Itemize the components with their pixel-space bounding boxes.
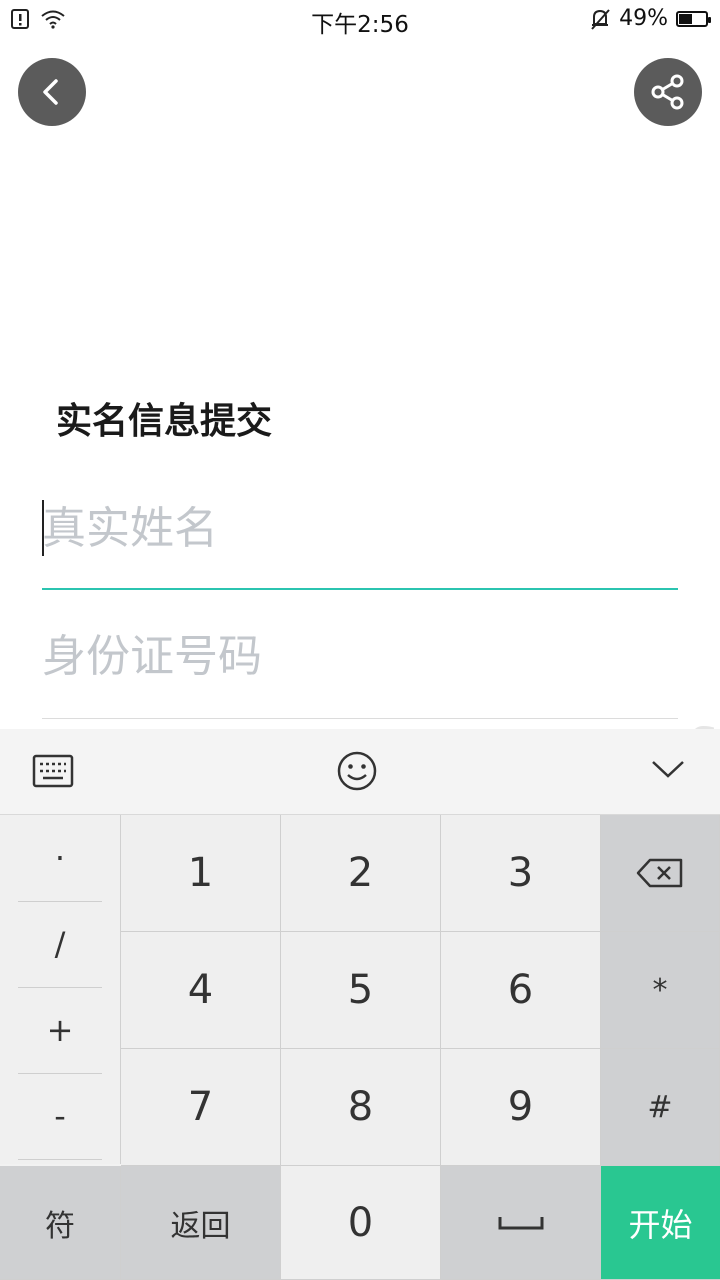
keyboard-switch-button[interactable] <box>32 753 74 793</box>
page-title: 实名信息提交 <box>56 401 273 442</box>
key-hash[interactable]: # <box>601 1049 720 1166</box>
key-7[interactable]: 7 <box>121 1049 281 1166</box>
symbol-key-minus[interactable]: - <box>18 1073 102 1160</box>
back-button[interactable] <box>18 58 86 126</box>
symbol-key-dot[interactable]: · <box>18 815 102 902</box>
backspace-icon <box>636 858 683 888</box>
symbol-column: · / + - <box>0 815 121 1164</box>
return-key[interactable]: 返回 <box>121 1166 281 1280</box>
collapse-keyboard-button[interactable] <box>650 757 686 785</box>
text-caret <box>42 500 44 556</box>
real-name-field[interactable] <box>42 492 678 590</box>
key-9[interactable]: 9 <box>441 1049 601 1166</box>
key-star[interactable]: * <box>601 932 720 1049</box>
space-bar-icon <box>498 1216 543 1229</box>
id-number-field[interactable] <box>42 622 678 719</box>
backspace-key[interactable] <box>601 815 720 932</box>
mute-bell-icon <box>591 8 610 30</box>
keyboard-icon <box>32 754 74 788</box>
chevron-down-icon <box>652 761 684 778</box>
keyboard-toolbar <box>0 729 720 815</box>
space-key[interactable] <box>441 1166 601 1280</box>
share-icon <box>651 74 684 110</box>
real-name-input[interactable] <box>42 496 678 560</box>
numeric-keyboard: · / + - 1 2 3 4 5 6 * 7 8 9 # 符 返回 0 开始 <box>0 729 720 1280</box>
symbols-key[interactable]: 符 <box>0 1166 121 1280</box>
key-6[interactable]: 6 <box>441 932 601 1049</box>
battery-icon <box>676 10 711 27</box>
key-1[interactable]: 1 <box>121 815 281 932</box>
key-2[interactable]: 2 <box>281 815 441 932</box>
smiley-icon <box>337 751 377 791</box>
key-3[interactable]: 3 <box>441 815 601 932</box>
key-4[interactable]: 4 <box>121 932 281 1049</box>
emoji-button[interactable] <box>336 750 378 796</box>
symbol-key-slash[interactable]: / <box>18 901 102 988</box>
battery-level <box>679 13 692 24</box>
key-5[interactable]: 5 <box>281 932 441 1049</box>
chevron-left-icon <box>43 79 58 105</box>
status-right: 49% <box>589 6 711 31</box>
start-key[interactable]: 开始 <box>601 1166 720 1280</box>
id-number-input[interactable] <box>42 624 678 688</box>
key-0[interactable]: 0 <box>281 1166 441 1280</box>
share-button[interactable] <box>634 58 702 126</box>
key-8[interactable]: 8 <box>281 1049 441 1166</box>
status-bar: 下午2:56 49% <box>0 0 720 40</box>
symbol-key-plus[interactable]: + <box>18 987 102 1074</box>
battery-percent: 49% <box>619 6 668 31</box>
